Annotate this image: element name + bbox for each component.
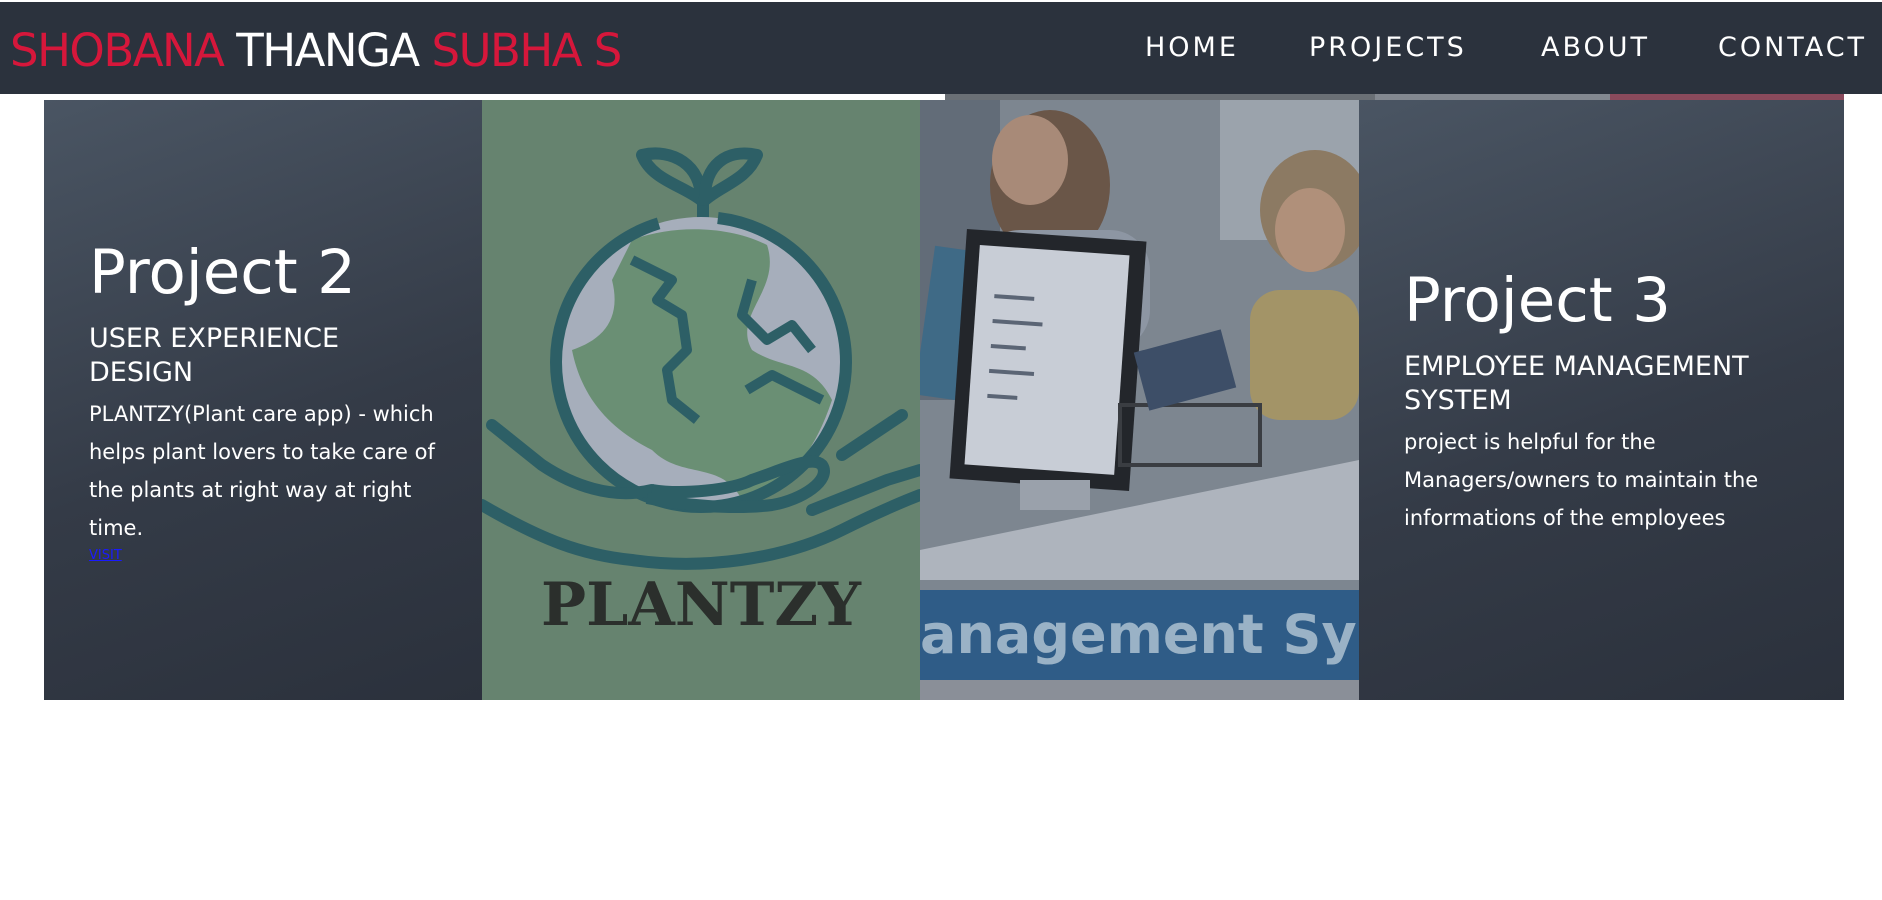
employee-management-image: anagement Sys <box>920 100 1359 700</box>
nav-home-link[interactable]: HOME <box>1145 32 1239 63</box>
image-strip <box>1610 94 1844 100</box>
project-3-description: project is helpful for the Managers/owne… <box>1404 430 1759 530</box>
project-3-title: Project 3 <box>1404 265 1671 336</box>
project-2-card: Project 2 USER EXPERIENCE DESIGN PLANTZY… <box>44 100 482 700</box>
project-2-subtitle: USER EXPERIENCE DESIGN <box>89 323 340 388</box>
office-banner-text: anagement Sys <box>920 603 1359 666</box>
plantzy-logo-image: PLANTZY <box>482 100 920 700</box>
project-3-card: Project 3 EMPLOYEE MANAGEMENT SYSTEM pro… <box>1359 100 1844 700</box>
project-3-subtitle: EMPLOYEE MANAGEMENT SYSTEM <box>1404 351 1749 416</box>
nav-projects-link[interactable]: PROJECTS <box>1309 32 1467 63</box>
nav-menu: HOME PROJECTS ABOUT CONTACT <box>0 32 1882 72</box>
project-2-visit-link[interactable]: VISIT <box>89 548 122 563</box>
top-navbar: SHOBANA THANGA SUBHA S HOME PROJECTS ABO… <box>0 2 1882 94</box>
project-2-title: Project 2 <box>89 237 356 308</box>
image-strip <box>1375 94 1610 100</box>
plantzy-globe-icon: PLANTZY <box>482 100 920 700</box>
plantzy-logo-text: PLANTZY <box>541 570 862 640</box>
project-2-description: PLANTZY(Plant care app) - which helps pl… <box>89 402 435 540</box>
nav-about-link[interactable]: ABOUT <box>1541 32 1650 63</box>
nav-contact-link[interactable]: CONTACT <box>1718 32 1867 63</box>
image-strip <box>945 94 1375 100</box>
office-photo: anagement Sys <box>920 100 1359 700</box>
